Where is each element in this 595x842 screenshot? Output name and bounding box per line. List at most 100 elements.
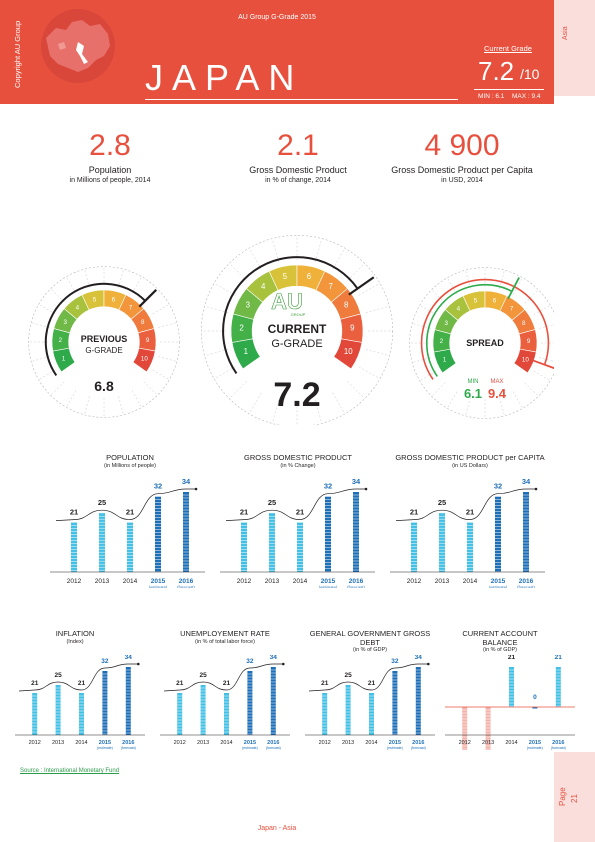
gauge-tick [84,396,90,415]
chart-data-label: 25 [54,672,62,679]
gauge-tick [118,396,124,415]
chart-data-label: 25 [98,498,106,507]
gdp-chart: 21 2012 25 2013 21 2014 32 2015(estimate) 34 2016… [220,478,375,588]
stat-value: 4 900 [424,129,500,162]
chart-data-label: 32 [494,482,502,491]
chart-trend-end [534,487,538,491]
spread-min-label: MIN [468,379,479,385]
spread-title: SPREAD [466,338,504,348]
gauge-tick [152,369,170,380]
title-underline [145,99,458,100]
chart-trend-end [194,487,198,491]
stat-value: 2.8 [89,129,131,162]
chart-year-label: 2013 [197,740,209,746]
chart-data-label: 25 [199,672,207,679]
gauge-segment-number: 5 [93,296,97,303]
chart-data-label: 21 [176,680,184,687]
chart-year-label: 2014 [220,740,232,746]
grade-min: MIN : 6.1 [478,93,505,100]
gauge-segment-number: 9 [350,324,355,333]
chart-year-label: 2014 [505,740,517,746]
gauge-segment-number: 2 [239,324,243,333]
chart-year-label: 2014 [75,740,87,746]
chart-data-label: 32 [391,658,399,665]
spread-max-label: MAX [490,379,503,385]
gauge-tick [447,391,458,409]
stat-sub: in Millions of people, 2014 [69,177,151,184]
chart-year-label: 2015 [321,578,336,585]
gauge-tick [143,381,158,396]
gauge-segment-number: 7 [510,305,514,312]
current-grade-value: 7.2 [478,56,515,86]
current-title: CURRENT [268,322,327,336]
chart-data-label: 34 [415,655,423,661]
chart-bar [270,667,276,735]
chart-data-label: 32 [324,482,332,491]
page-number: 21 [570,794,579,803]
chart-bar [102,671,108,735]
government-debt-chart: 212012252013212014322015(estimate)342016… [305,655,435,750]
stat-sub: in USD, 2014 [441,177,483,184]
chart-bar [200,685,206,735]
chart-data-label: 34 [182,478,191,486]
gauge-segment-number: 3 [445,320,449,327]
gauge-segment-number: 2 [440,338,444,345]
gauge-tick [152,304,170,315]
stat-label: Gross Domestic Product per Capita [391,165,533,175]
chart-data-label: 0 [533,694,537,701]
gauge-tick [365,305,390,313]
chart-year-note: (forecast) [411,746,426,750]
chart-bar [55,685,61,735]
current-grade-denominator: /10 [520,66,540,82]
chart-trend-end [427,662,430,666]
chart-year-label: 2013 [482,740,494,746]
gauge-tick [131,390,142,408]
chart-data-label: 32 [101,658,109,665]
gauge-tick [512,391,523,409]
chart-trend-end [364,487,368,491]
gauge-segment-number: 6 [112,296,116,303]
source-link[interactable]: Source : International Monetary Fund [20,768,119,774]
gauge-segment-number: 10 [522,357,529,364]
chart-data-label: 21 [126,508,134,517]
chart-year-note: (estimate) [242,746,258,750]
chart-year-label: 2014 [123,578,138,585]
chart-bar [155,496,161,572]
chart-title: GROSS DOMESTIC PRODUCT [244,453,352,462]
gauges-panel: 1 2 3 4 5 6 7 8 9 10 1 2 3 4 5 6 7 8 9 10 1 2 3 4 5 6 7 8 9 10 PREV… [28,235,554,425]
gauge-segment-number: 4 [457,305,461,312]
current-grade-label: Current Grade [484,44,532,53]
chart-subtitle: (in Millions of people) [104,463,156,469]
gauge-segment-number: 4 [261,282,266,291]
chart-data-label: 21 [296,508,304,517]
chart-data-label: 34 [270,655,278,661]
chart-bar [345,685,351,735]
gauge-tick [158,356,177,362]
gauge-segment-number: 7 [329,282,333,291]
spread-max-needle [531,359,554,370]
gauge-segment-number: 6 [307,272,312,281]
gauge-tick [50,381,65,396]
country-name: JAPAN [145,57,304,98]
chart-title: GROSS DOMESTIC PRODUCT per CAPITA [395,453,545,462]
chart-data-label: 21 [321,680,329,687]
chart-bar [392,671,398,735]
stat-label: Population [88,165,132,175]
au-logo-sub: GROUP [291,312,306,317]
region-tab[interactable]: Asia [554,0,595,96]
gauge-segment-number: 5 [474,297,478,304]
chart-data-label: 32 [154,482,162,491]
current-subtitle: G-GRADE [271,338,322,350]
gauge-segment-number: 1 [62,356,66,363]
gauge-segment-number: 8 [344,300,349,309]
chart-data-label: 25 [344,672,352,679]
chart-year-label: 2013 [435,578,450,585]
spread-max-value: 9.4 [488,386,507,401]
chart-year-label: 2016 [349,578,364,585]
chart-year-note: (estimate) [319,585,338,588]
stat-gdp: 2.1 Gross Domestic Product in % of chang… [208,130,388,185]
gauge-segment-number: 9 [146,337,150,344]
gauge-tick [365,349,390,357]
chart-year-label: 2012 [237,578,252,585]
gauge-tick [524,289,539,304]
